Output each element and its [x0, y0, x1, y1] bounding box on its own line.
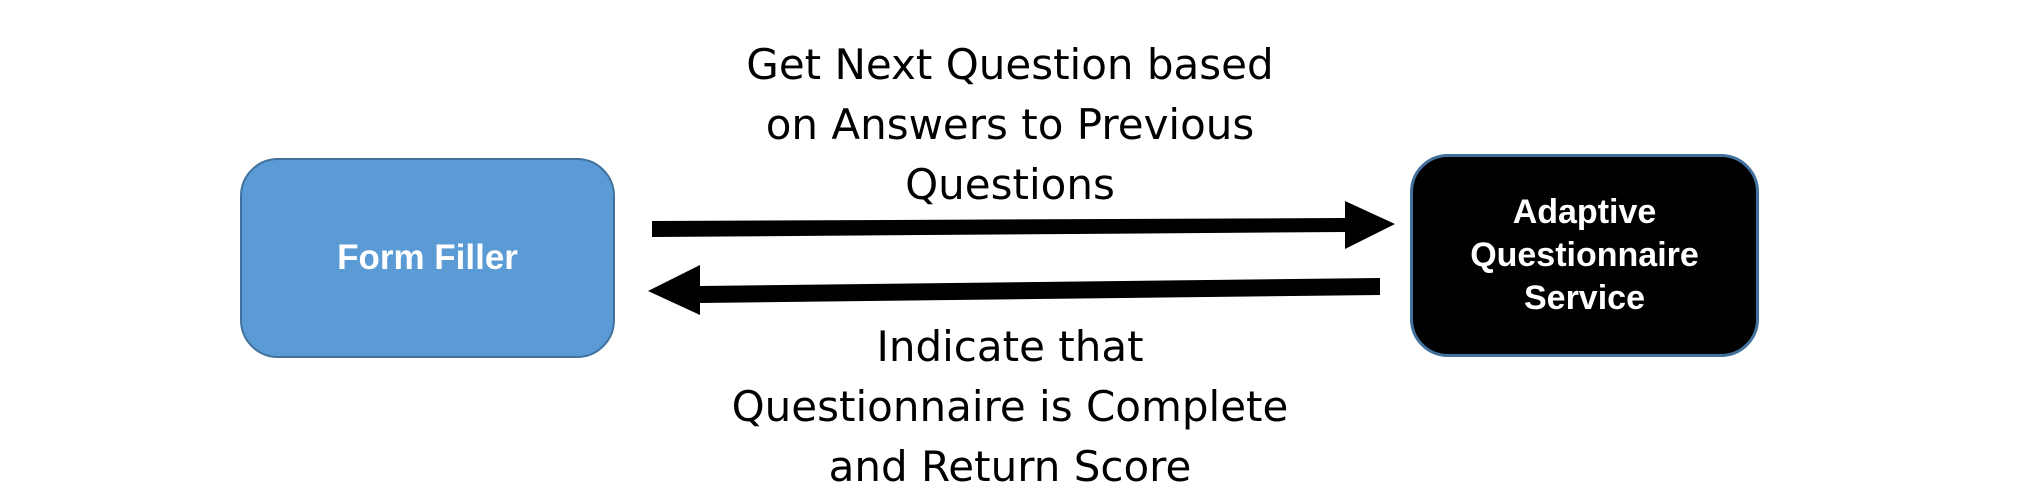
arrows-layer: [648, 201, 1395, 315]
request-arrow: [652, 201, 1395, 249]
response-arrow: [648, 265, 1380, 315]
